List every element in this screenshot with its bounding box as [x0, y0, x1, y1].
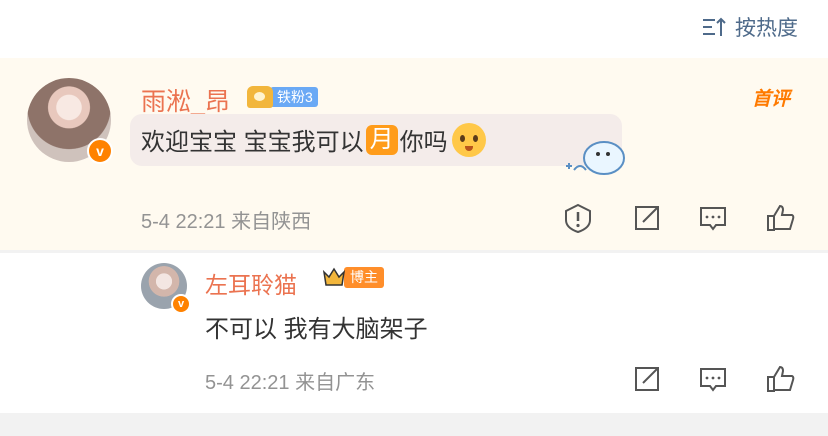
share-icon[interactable] — [631, 363, 663, 395]
verified-icon: v — [87, 138, 113, 164]
fan-level-icon — [247, 86, 273, 108]
comment-text: 欢迎宝宝 宝宝我可以 月 你吗 — [141, 122, 486, 157]
sort-label: 按热度 — [735, 17, 798, 40]
host-badge-label: 博主 — [344, 266, 384, 288]
sort-by-hot-button[interactable]: 按热度 — [701, 12, 798, 42]
comment-time: 5-4 22:21 — [141, 211, 226, 233]
crown-icon — [322, 266, 346, 288]
comment-meta: 5-4 22:21 来自陕西 — [141, 205, 311, 234]
comment-text-part1: 欢迎宝宝 宝宝我可以 — [141, 129, 364, 156]
first-comment-badge: 首评 — [751, 89, 790, 110]
share-icon[interactable] — [631, 202, 663, 234]
moon-highlight: 月 — [365, 124, 398, 155]
comment-location: 来自陕西 — [231, 211, 312, 233]
comment-icon[interactable] — [697, 363, 729, 395]
fan-badge-label: 铁粉3 — [270, 87, 318, 107]
reply-text: 不可以 我有大脑架子 — [205, 316, 428, 343]
report-icon[interactable] — [562, 202, 594, 234]
reply-meta: 5-4 22:21 来自广东 — [205, 366, 375, 395]
host-badge: 博主 — [322, 266, 384, 288]
comment-icon[interactable] — [697, 202, 729, 234]
like-icon[interactable] — [765, 363, 797, 395]
comment-item[interactable]: v 雨淞_昂 铁粉3 首评 欢迎宝宝 宝宝我可以 月 你吗 5-4 22:21 … — [0, 58, 828, 250]
reply-location: 来自广东 — [295, 372, 376, 394]
like-icon[interactable] — [765, 202, 797, 234]
bottom-divider — [0, 413, 828, 436]
reply-item[interactable]: v 左耳聆猫 博主 不可以 我有大脑架子 5-4 22:21 来自广东 — [0, 253, 828, 413]
reply-time: 5-4 22:21 — [205, 372, 290, 394]
sticker-icon — [560, 130, 630, 184]
fan-badge[interactable]: 铁粉3 — [247, 86, 318, 108]
comment-text-part2: 你吗 — [399, 129, 448, 156]
comment-username[interactable]: 雨淞_昂 — [141, 82, 230, 118]
reply-username[interactable]: 左耳聆猫 — [205, 266, 297, 300]
verified-icon: v — [171, 294, 191, 314]
emoji-icon — [451, 122, 486, 157]
sort-icon — [701, 16, 735, 38]
sort-bar: 按热度 — [0, 0, 828, 55]
